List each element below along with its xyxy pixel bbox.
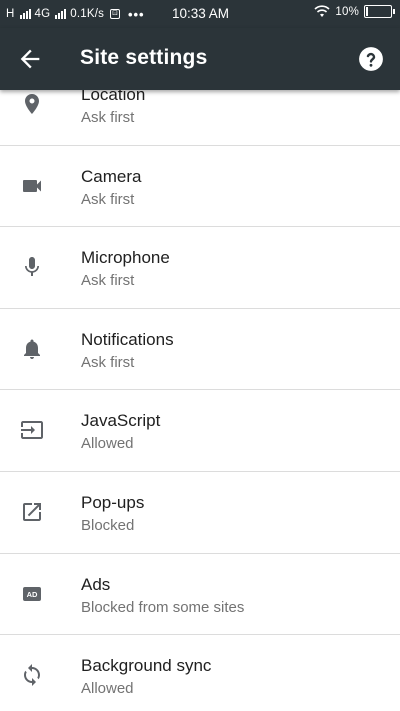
setting-popups[interactable]: Pop-ups Blocked bbox=[0, 472, 400, 554]
setting-title: Location bbox=[81, 90, 146, 104]
setting-status: Allowed bbox=[81, 680, 134, 698]
setting-camera[interactable]: Camera Ask first bbox=[0, 146, 400, 228]
arrow-back-icon[interactable] bbox=[16, 45, 44, 73]
location-pin-icon bbox=[25, 94, 39, 114]
setting-background-sync[interactable]: Background sync Allowed bbox=[0, 635, 400, 711]
bell-icon bbox=[24, 339, 40, 359]
setting-status: Ask first bbox=[81, 353, 135, 371]
clock: 10:33 AM bbox=[172, 6, 230, 21]
setting-notifications[interactable]: Notifications Ask first bbox=[0, 309, 400, 391]
network-type-label: 4G bbox=[34, 8, 51, 20]
app-bar: Site settings bbox=[0, 28, 400, 90]
setting-status: Allowed bbox=[81, 435, 134, 453]
notification-badge-icon: ⊡ bbox=[110, 9, 120, 19]
battery-icon bbox=[364, 5, 395, 18]
setting-status: Ask first bbox=[81, 272, 135, 290]
signal-icon-2 bbox=[55, 9, 67, 19]
setting-status: Ask first bbox=[81, 190, 135, 208]
ads-icon: AD bbox=[23, 586, 41, 601]
settings-list: Location Ask first Camera Ask first Micr… bbox=[0, 90, 400, 711]
setting-title: Ads bbox=[81, 574, 111, 594]
svg-text:AD: AD bbox=[27, 590, 38, 599]
wifi-icon bbox=[314, 5, 330, 17]
setting-ads[interactable]: AD Ads Blocked from some sites bbox=[0, 554, 400, 636]
setting-title: Background sync bbox=[81, 656, 212, 676]
microphone-icon bbox=[25, 257, 39, 277]
javascript-icon bbox=[21, 421, 43, 440]
setting-title: Camera bbox=[81, 166, 142, 186]
setting-title: Pop-ups bbox=[81, 492, 145, 512]
setting-status: Blocked bbox=[81, 516, 135, 534]
setting-status: Blocked from some sites bbox=[81, 598, 245, 616]
battery-percent: 10% bbox=[335, 5, 359, 18]
setting-microphone[interactable]: Microphone Ask first bbox=[0, 227, 400, 309]
setting-title: Notifications bbox=[81, 329, 174, 349]
popup-icon bbox=[23, 502, 41, 521]
page-title: Site settings bbox=[80, 46, 208, 69]
setting-status: Ask first bbox=[81, 109, 135, 126]
sync-icon bbox=[24, 664, 40, 687]
signal-icon bbox=[19, 9, 31, 19]
setting-javascript[interactable]: JavaScript Allowed bbox=[0, 390, 400, 472]
setting-title: JavaScript bbox=[81, 411, 161, 431]
network-speed: 0.1K/s bbox=[70, 8, 105, 20]
more-notifications-icon: ••• bbox=[127, 6, 145, 22]
network-h-label: H bbox=[6, 8, 15, 20]
setting-title: Microphone bbox=[81, 248, 170, 268]
status-bar: H 4G 0.1K/s ⊡ ••• 10:33 AM 10% bbox=[0, 0, 400, 28]
help-icon[interactable] bbox=[358, 46, 384, 72]
camera-icon bbox=[23, 179, 41, 192]
setting-location[interactable]: Location Ask first bbox=[0, 90, 400, 146]
